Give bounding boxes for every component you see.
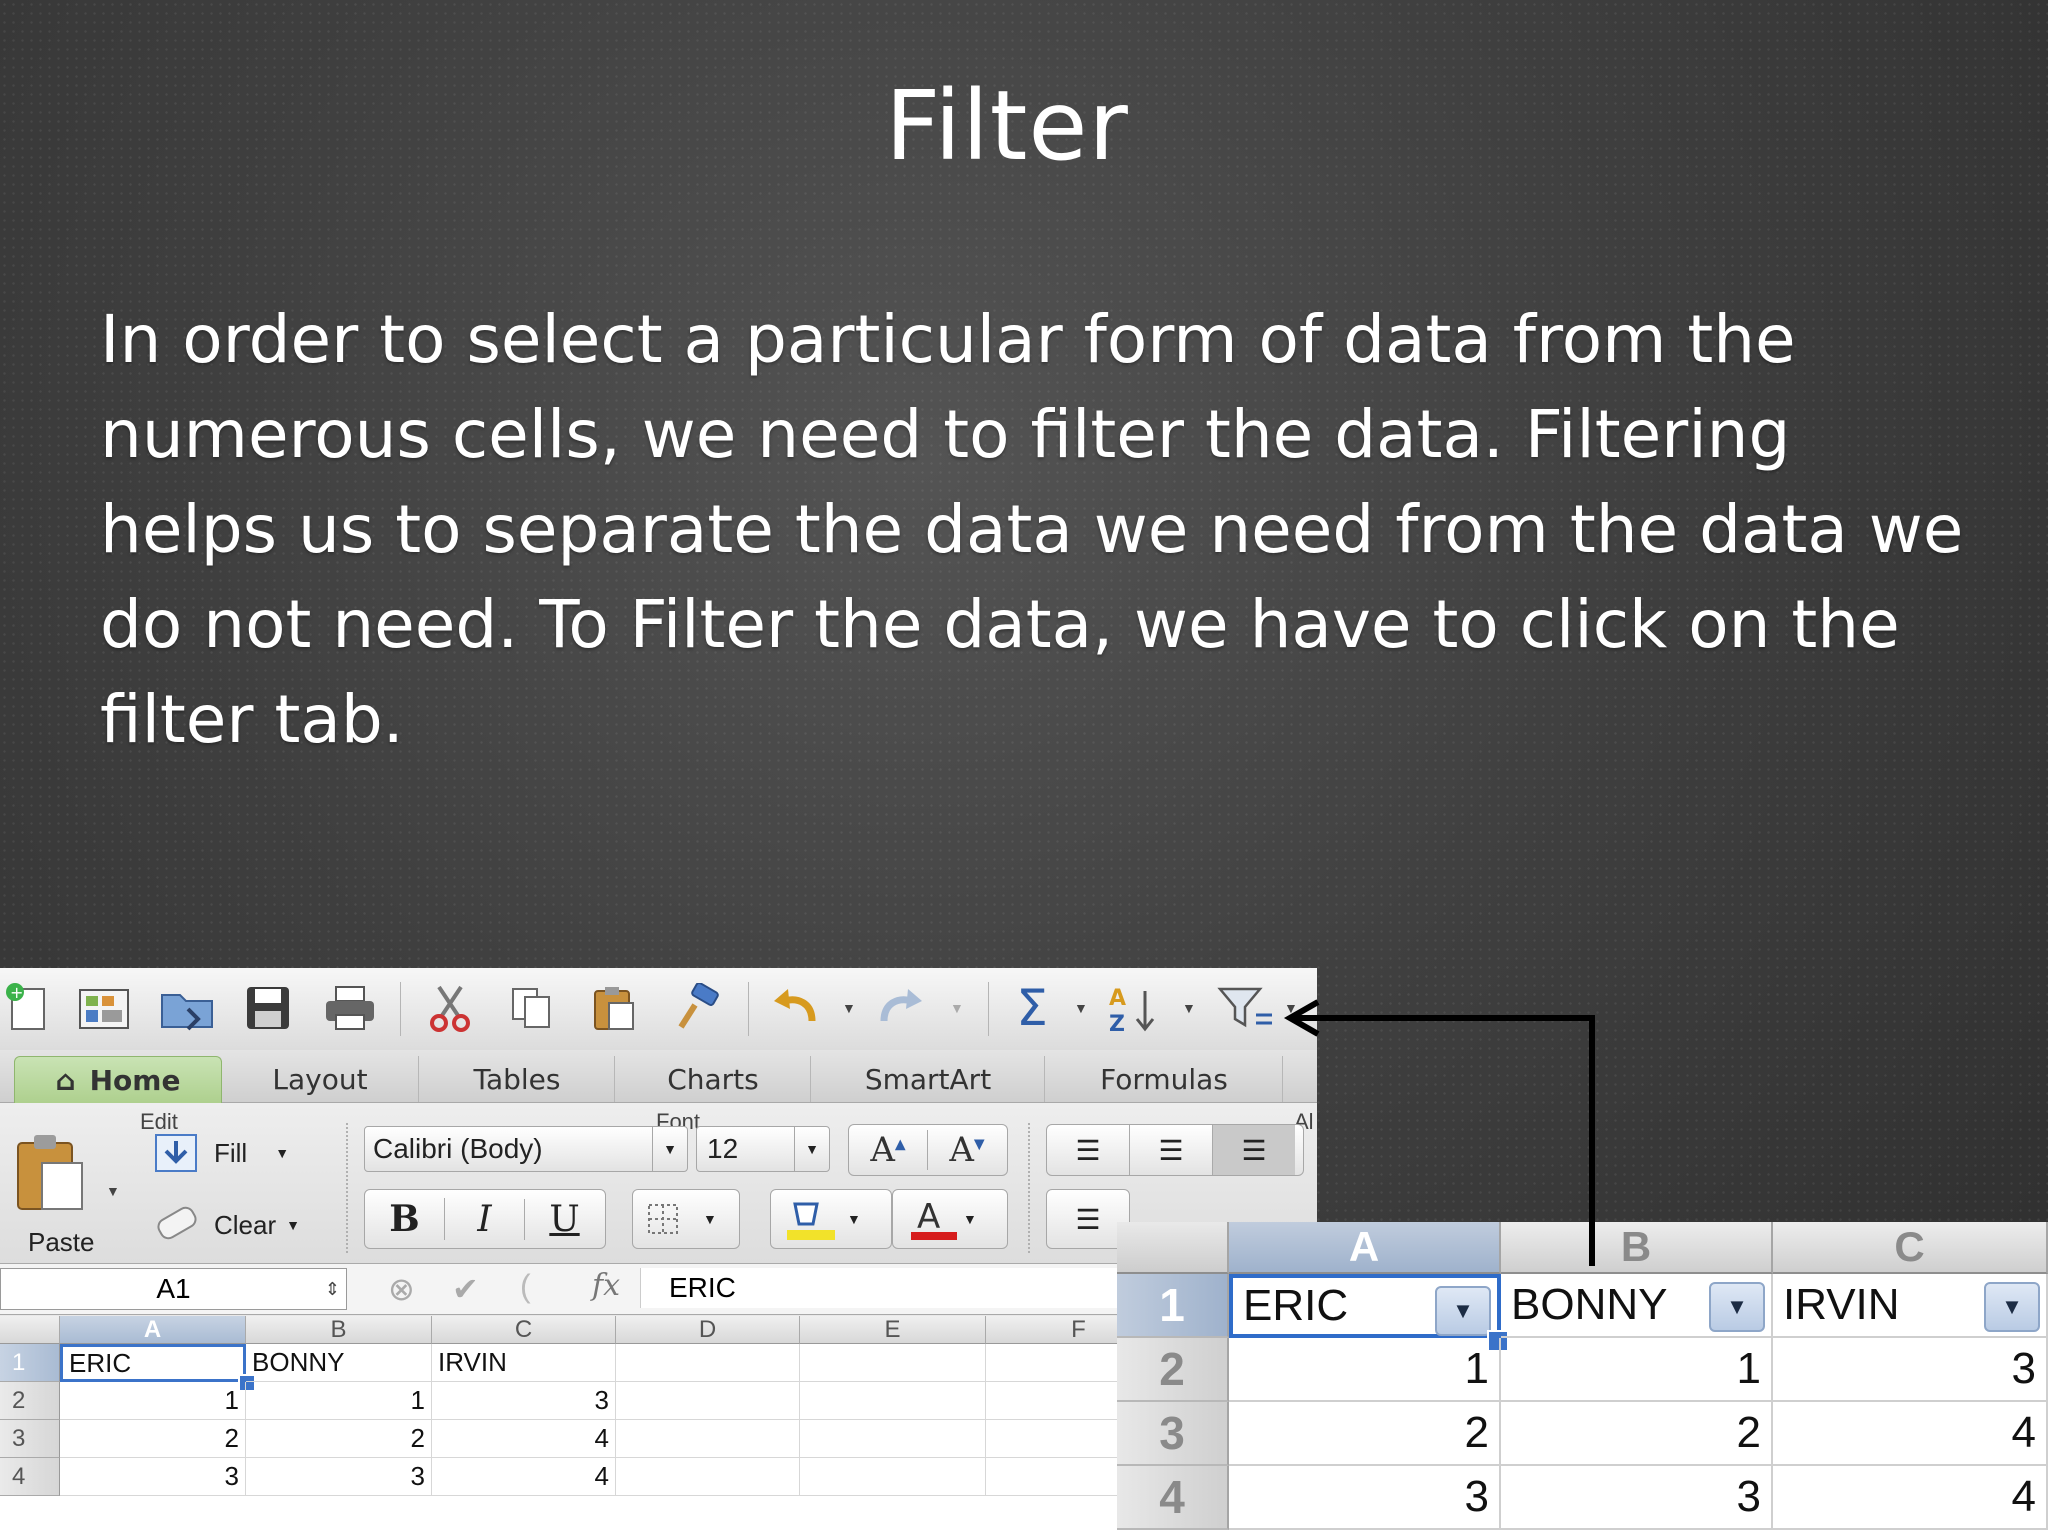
callout-arrow xyxy=(1283,999,1595,1266)
